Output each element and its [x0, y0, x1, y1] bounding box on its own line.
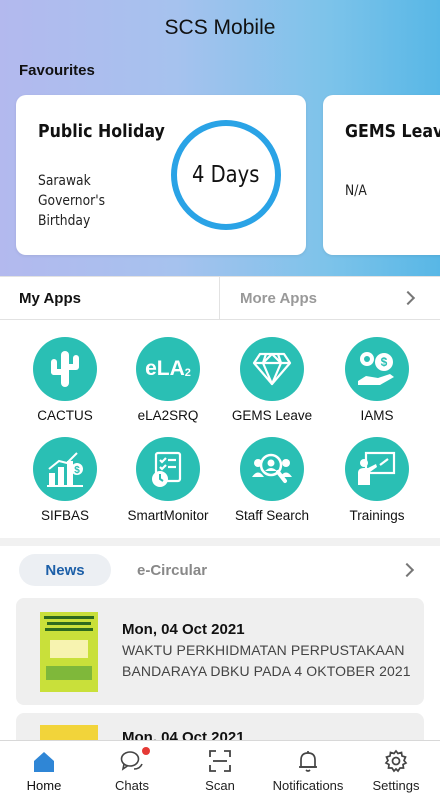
favourite-card-title: GEMS Leave [345, 121, 440, 142]
gear-icon [384, 749, 408, 773]
svg-text:$: $ [74, 465, 80, 476]
diamond-icon [240, 337, 304, 401]
tab-news[interactable]: News [19, 554, 111, 586]
news-date: Mon, 04 Oct 2021 [122, 621, 245, 638]
app-label: Staff Search [234, 508, 310, 523]
bottom-nav: Home Chats Scan Notifications Settings [0, 740, 440, 800]
bell-icon [299, 751, 317, 772]
favourites-label: Favourites [19, 62, 95, 79]
people-search-icon [240, 437, 304, 501]
news-thumbnail [40, 612, 98, 692]
tab-e-circular[interactable]: e-Circular [137, 562, 207, 579]
home-icon [34, 752, 54, 772]
svg-text:$: $ [381, 355, 388, 369]
favourite-card-subtitle: Sarawak Governor's Birthday [38, 173, 106, 229]
days-counter: 4 Days [192, 162, 260, 188]
news-tab-bar: News e-Circular [0, 554, 440, 588]
app-staff-search[interactable]: Staff Search [220, 437, 324, 523]
nav-chats[interactable]: Chats [88, 741, 176, 800]
nav-label: Notifications [272, 778, 344, 793]
gear-money-hand-icon: $ [345, 337, 409, 401]
bar-chart-dollar-icon: $ [33, 437, 97, 501]
tab-more-apps[interactable]: More Apps [240, 290, 317, 307]
app-smartmonitor[interactable]: SmartMonitor [116, 437, 220, 523]
app-title: SCS Mobile [164, 16, 276, 39]
app-trainings[interactable]: Trainings [325, 437, 429, 523]
nav-home[interactable]: Home [0, 741, 88, 800]
scan-icon [209, 750, 231, 772]
app-label: SIFBAS [40, 508, 89, 523]
days-counter-ring: 4 Days [171, 120, 281, 230]
chevron-right-icon[interactable] [399, 562, 415, 578]
chats-unread-badge [142, 747, 150, 755]
presentation-board-icon [345, 437, 409, 501]
app-label: IAMS [360, 408, 394, 423]
chevron-right-icon[interactable] [400, 290, 416, 306]
app-label: eLA2SRQ [137, 408, 199, 423]
tab-my-apps[interactable]: My Apps [19, 290, 81, 307]
nav-settings[interactable]: Settings [352, 741, 440, 800]
chat-icon [120, 751, 143, 771]
app-label: GEMS Leave [231, 408, 313, 423]
favourite-card-title: Public Holiday [38, 121, 165, 142]
favourite-card-subtitle: N/A [345, 183, 367, 199]
nav-notifications[interactable]: Notifications [264, 741, 352, 800]
news-title: WAKTU PERKHIDMATAN PERPUSTAKAAN BANDARAY… [122, 642, 411, 679]
news-item[interactable]: Mon, 04 Oct 2021 WAKTU PERKHIDMATAN PERP… [16, 598, 424, 705]
app-label: Trainings [349, 508, 405, 523]
checklist-clock-icon [136, 437, 200, 501]
app-cactus[interactable]: CACTUS [13, 337, 117, 423]
app-label: CACTUS [37, 408, 93, 423]
app-iams[interactable]: $ IAMS [325, 337, 429, 423]
header: SCS Mobile Favourites Public Holiday Sar… [0, 0, 440, 276]
nav-label: Settings [372, 778, 420, 793]
cactus-icon [33, 337, 97, 401]
app-ela2srq[interactable]: eLA 2 eLA2SRQ [116, 337, 220, 423]
favourite-card-public-holiday[interactable]: Public Holiday Sarawak Governor's Birthd… [16, 95, 306, 255]
nav-label: Chats [115, 778, 149, 793]
app-label: SmartMonitor [127, 508, 209, 523]
tab-divider [219, 277, 220, 320]
favourite-card-gems-leave[interactable]: GEMS Leave N/A [323, 95, 440, 255]
apps-tab-bar: My Apps More Apps [0, 276, 440, 320]
nav-scan[interactable]: Scan [176, 741, 264, 800]
app-sifbas[interactable]: $ SIFBAS [13, 437, 117, 523]
app-gems-leave[interactable]: GEMS Leave [220, 337, 324, 423]
nav-label: Scan [205, 778, 235, 793]
ela2-icon: eLA 2 [136, 337, 200, 401]
section-separator [0, 538, 440, 546]
nav-label: Home [26, 778, 62, 793]
